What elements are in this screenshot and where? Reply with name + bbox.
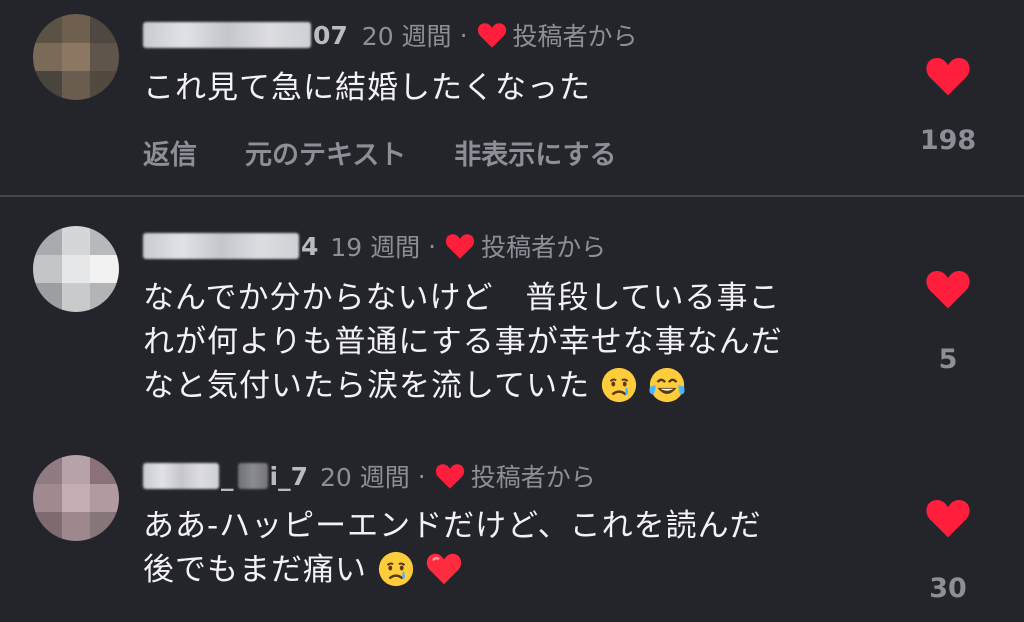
original-text-button[interactable]: 元のテキスト [245, 133, 406, 172]
username[interactable]: 07 [143, 21, 348, 50]
comment-text-line: なんでか分からないけど 普段している事こ [143, 280, 781, 316]
divider [0, 195, 1024, 197]
redacted-username [143, 233, 299, 259]
comment-age: 20 週間 [361, 22, 452, 51]
avatar[interactable] [33, 14, 119, 100]
like-count: 30 [929, 573, 967, 604]
username-suffix: 07 [313, 20, 348, 50]
like-heart-icon[interactable] [925, 268, 971, 310]
username-suffix: i_7 [269, 461, 308, 491]
tears-of-joy-emoji [649, 367, 685, 403]
dot-separator: · [428, 231, 437, 261]
comment-text-line: れが何よりも普通にする事が幸せな事なんだ [143, 324, 783, 360]
like-column: 5 [910, 268, 986, 375]
like-heart-icon[interactable] [925, 55, 971, 97]
comments-panel: 07 20 週間 · 投稿者から これ見て急に結婚したくなった 返信 元のテキス… [0, 0, 1024, 622]
username[interactable]: 4 [143, 232, 318, 261]
crying-face-emoji [378, 551, 414, 587]
dot-separator: · [417, 461, 426, 491]
crying-face-emoji [601, 367, 637, 403]
like-heart-icon[interactable] [925, 497, 971, 539]
comment-text-line: なと気付いたら涙を流していた [143, 368, 591, 404]
comment-age: 20 週間 [319, 463, 410, 492]
redacted-username [143, 22, 311, 48]
comment-meta: 4 19 週間 · 投稿者から [143, 228, 606, 264]
redacted-username [143, 463, 219, 489]
heart-icon [446, 234, 475, 259]
username-prefix: _ [221, 461, 234, 491]
comment-text: ああ-ハッピーエンドだけど、これを読んだ 後でもまだ痛い [143, 504, 873, 592]
comment-text-line-last: なと気付いたら涙を流していた [143, 364, 873, 408]
comment-text: これ見て急に結婚したくなった [143, 70, 591, 106]
comment-meta: 07 20 週間 · 投稿者から [143, 17, 638, 53]
reply-button[interactable]: 返信 [143, 133, 197, 172]
redacted-username [237, 463, 268, 489]
comment-text-line: 後でもまだ痛い [143, 552, 367, 588]
like-column: 30 [910, 497, 986, 604]
comment-text-line-last: 後でもまだ痛い [143, 548, 873, 592]
username[interactable]: _ i_7 [143, 462, 308, 491]
dot-separator: · [459, 20, 468, 50]
comment-text-line: ああ-ハッピーエンドだけど、これを読んだ [143, 508, 762, 544]
creator-liked-label: 投稿者から [470, 463, 596, 492]
creator-liked-label: 投稿者から [512, 22, 638, 51]
like-count: 198 [919, 125, 977, 156]
heart-icon [435, 464, 464, 489]
comment-meta: _ i_7 20 週間 · 投稿者から [143, 458, 596, 494]
avatar[interactable] [33, 226, 119, 312]
creator-liked-label: 投稿者から [481, 233, 607, 262]
comment-age: 19 週間 [330, 233, 421, 262]
red-heart-emoji [426, 553, 462, 585]
like-column: 198 [910, 55, 986, 156]
comment-actions: 返信 元のテキスト 非表示にする [143, 133, 616, 172]
avatar[interactable] [33, 455, 119, 541]
username-suffix: 4 [301, 231, 319, 261]
like-count: 5 [938, 344, 958, 375]
comment-text: なんでか分からないけど 普段している事こ れが何よりも普通にする事が幸せな事なん… [143, 276, 873, 408]
hide-button[interactable]: 非表示にする [454, 133, 616, 172]
heart-icon [477, 23, 506, 48]
